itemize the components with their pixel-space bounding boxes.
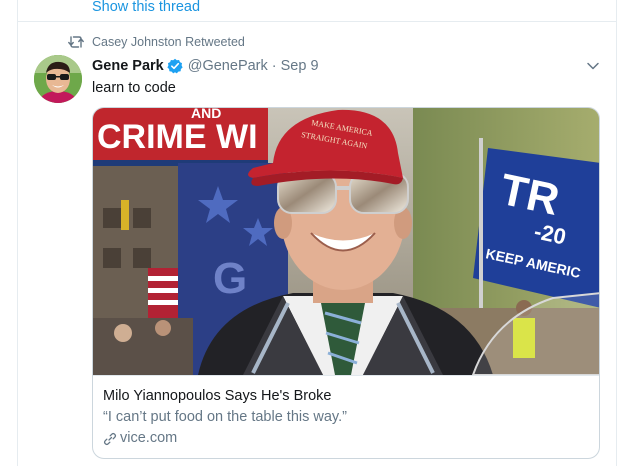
card-description: “I can’t put food on the table this way.…	[103, 409, 347, 425]
retweet-context: Casey Johnston Retweeted	[68, 34, 245, 50]
retweet-icon	[68, 36, 84, 48]
chevron-down-icon[interactable]	[586, 60, 600, 72]
card-domain: vice.com	[120, 430, 178, 446]
verified-badge-icon	[167, 58, 183, 74]
link-preview-card[interactable]: AND CRIME WI G TR -20 KEEP AMERIC MAKE A…	[92, 107, 600, 459]
card-domain-row: vice.com	[103, 429, 591, 448]
tweet-timestamp[interactable]: Sep 9	[281, 58, 319, 74]
card-body: Milo Yiannopoulos Says He's Broke “I can…	[93, 375, 599, 458]
tweet-header: Gene Park @GenePark · Sep 9	[92, 57, 319, 75]
retweeted-by-label[interactable]: Casey Johnston Retweeted	[92, 35, 245, 49]
banner-text: CRIME WI	[97, 118, 258, 156]
tweet-text: learn to code	[92, 80, 176, 96]
tweet-divider	[18, 21, 616, 22]
author-name[interactable]: Gene Park	[92, 58, 164, 74]
author-avatar[interactable]	[34, 55, 82, 103]
card-image: AND CRIME WI G TR -20 KEEP AMERIC MAKE A…	[93, 108, 599, 375]
show-thread-link[interactable]: Show this thread	[92, 0, 200, 14]
author-handle[interactable]: @GenePark	[188, 58, 268, 74]
link-icon	[103, 432, 117, 445]
card-title[interactable]: Milo Yiannopoulos Says He's Broke	[103, 387, 591, 406]
header-separator: ·	[271, 58, 277, 74]
poster-text: G	[213, 254, 247, 303]
timeline-column: Show this thread Casey Johnston Retweete…	[17, 0, 617, 466]
avatar-image	[34, 55, 82, 103]
